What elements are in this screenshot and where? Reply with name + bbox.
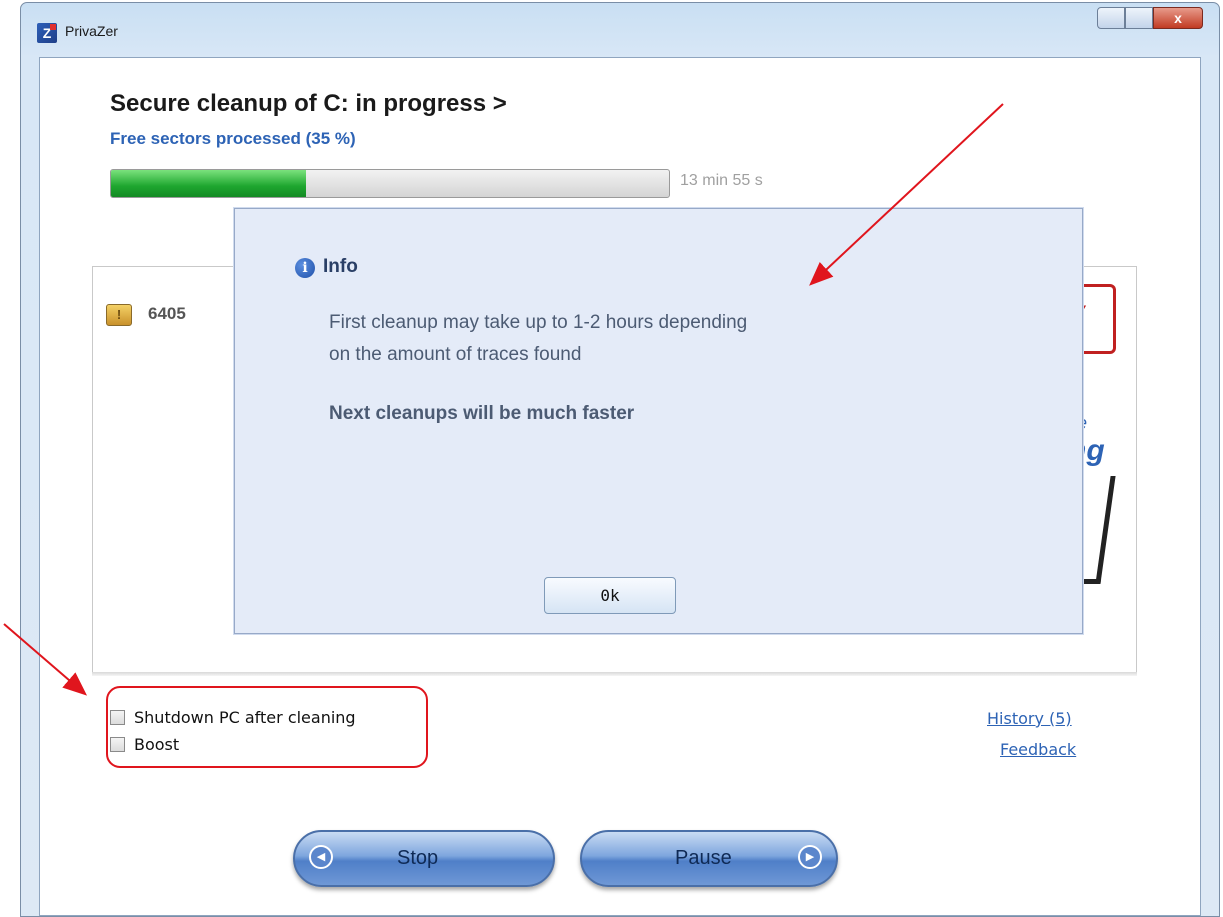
app-window: Z PrivaZer x Secure cleanup of C: in pro… — [20, 2, 1220, 917]
back-arrow-icon: ◀ — [309, 845, 333, 869]
feedback-link[interactable]: Feedback — [1000, 740, 1076, 759]
boost-option[interactable]: Boost — [110, 735, 179, 754]
page-title[interactable]: Secure cleanup of C: in progress > — [110, 90, 507, 118]
time-remaining: 13 min 55 s — [680, 172, 763, 189]
client-area: Secure cleanup of C: in progress > Free … — [39, 57, 1201, 916]
privazer-logo-icon: Z — [37, 23, 57, 43]
minimize-button[interactable] — [1097, 7, 1125, 29]
dialog-emphasis: Next cleanups will be much faster — [329, 403, 635, 424]
panel-divider — [92, 672, 1137, 676]
history-link[interactable]: History (5) — [987, 709, 1072, 728]
traces-count: 6405 — [148, 304, 186, 323]
progress-bar-fill — [111, 170, 307, 197]
pause-label: Pause — [675, 847, 732, 869]
maximize-button[interactable] — [1125, 7, 1153, 29]
forward-arrow-icon: ▶ — [798, 845, 822, 869]
shutdown-option[interactable]: Shutdown PC after cleaning — [110, 708, 356, 727]
shutdown-checkbox[interactable] — [110, 710, 125, 725]
caption-buttons: x — [1097, 7, 1203, 33]
window-title: PrivaZer — [65, 23, 118, 39]
shutdown-label: Shutdown PC after cleaning — [134, 708, 356, 727]
dialog-message-line1: First cleanup may take up to 1-2 hours d… — [329, 312, 748, 333]
info-icon: i — [295, 258, 315, 278]
stop-label: Stop — [397, 847, 439, 869]
boost-checkbox[interactable] — [110, 737, 125, 752]
options-highlight — [106, 686, 428, 768]
title-bar[interactable]: Z PrivaZer x — [21, 3, 1219, 49]
stop-button[interactable]: ◀ Stop — [293, 830, 555, 887]
shield-icon: ! — [106, 304, 132, 326]
boost-label: Boost — [134, 735, 180, 754]
dialog-title: Info — [323, 256, 358, 277]
progress-bar — [110, 169, 670, 198]
pause-button[interactable]: Pause ▶ — [580, 830, 838, 887]
dialog-message-line2: on the amount of traces found — [329, 344, 582, 365]
progress-subtitle: Free sectors processed (35 %) — [110, 129, 356, 148]
close-button[interactable]: x — [1153, 7, 1203, 29]
info-dialog: i Info First cleanup may take up to 1-2 … — [234, 208, 1083, 634]
ok-button[interactable]: 0k — [544, 577, 676, 614]
